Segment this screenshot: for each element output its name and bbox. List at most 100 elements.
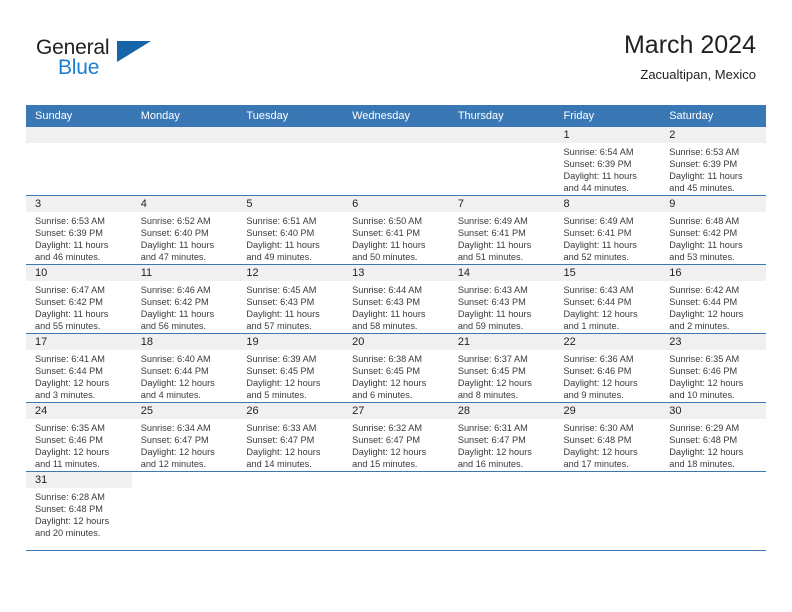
day-number: 15 — [554, 265, 661, 281]
calendar-week-row: 31 Sunrise: 6:28 AM Sunset: 6:48 PM Dayligh… — [26, 471, 766, 551]
calendar-day-cell[interactable]: 10 Sunrise: 6:47 AM Sunset: 6:42 PM Dayligh… — [26, 264, 132, 334]
day-details: Sunrise: 6:46 AM Sunset: 6:42 PM Daylight:… — [132, 281, 238, 332]
sunset-time: Sunset: 6:46 PM — [35, 435, 103, 446]
day-number: 28 — [448, 403, 555, 419]
day-number: 22 — [554, 334, 661, 350]
day-number: 30 — [660, 403, 766, 419]
day-number: 26 — [237, 403, 344, 419]
calendar-day-cell[interactable]: 20 Sunrise: 6:38 AM Sunset: 6:45 PM Dayligh… — [343, 333, 449, 403]
sunset-time: Sunset: 6:43 PM — [352, 297, 421, 308]
day-number: 16 — [660, 265, 766, 281]
sunset-time: Sunset: 6:43 PM — [246, 297, 315, 308]
day-number — [131, 127, 238, 143]
daylight-duration-line1: Daylight: 12 hours — [35, 378, 110, 389]
calendar-empty-cell — [131, 471, 238, 551]
daylight-duration-line1: Daylight: 11 hours — [246, 240, 320, 251]
daylight-duration-line1: Daylight: 11 hours — [352, 240, 426, 251]
calendar-day-cell[interactable]: 5 Sunrise: 6:51 AM Sunset: 6:40 PM Daylight… — [237, 195, 344, 265]
calendar-day-cell[interactable]: 30 Sunrise: 6:29 AM Sunset: 6:48 PM Dayligh… — [660, 402, 766, 472]
sunrise-time: Sunrise: 6:28 AM — [35, 492, 105, 502]
daylight-duration-line1: Daylight: 12 hours — [669, 378, 744, 389]
calendar-grid: Sunday Monday Tuesday Wednesday Thursday Frid… — [26, 105, 766, 551]
day-number: 20 — [343, 334, 449, 350]
calendar-day-cell[interactable]: 11 Sunrise: 6:46 AM Sunset: 6:42 PM Dayligh… — [131, 264, 238, 334]
calendar-day-cell[interactable]: 6 Sunrise: 6:50 AM Sunset: 6:41 PM Daylight… — [343, 195, 449, 265]
day-number: 17 — [26, 334, 132, 350]
calendar-day-cell[interactable]: 3 Sunrise: 6:53 AM Sunset: 6:39 PM Daylight… — [26, 195, 132, 265]
day-details: Sunrise: 6:53 AM Sunset: 6:39 PM Daylight:… — [660, 143, 766, 194]
calendar-day-cell[interactable]: 27 Sunrise: 6:32 AM Sunset: 6:47 PM Dayligh… — [343, 402, 449, 472]
calendar-empty-cell — [237, 127, 344, 196]
daylight-duration-line1: Daylight: 12 hours — [563, 378, 638, 389]
calendar-day-cell[interactable]: 17 Sunrise: 6:41 AM Sunset: 6:44 PM Dayligh… — [26, 333, 132, 403]
calendar-day-cell[interactable]: 18 Sunrise: 6:40 AM Sunset: 6:44 PM Dayligh… — [131, 333, 238, 403]
sunrise-time: Sunrise: 6:40 AM — [140, 354, 211, 364]
daylight-duration-line1: Daylight: 11 hours — [563, 171, 637, 182]
sunset-time: Sunset: 6:48 PM — [35, 504, 103, 515]
daylight-duration-line1: Daylight: 12 hours — [140, 447, 215, 458]
calendar-day-cell[interactable]: 19 Sunrise: 6:39 AM Sunset: 6:45 PM Dayligh… — [237, 333, 344, 403]
day-details: Sunrise: 6:41 AM Sunset: 6:44 PM Daylight:… — [26, 350, 132, 401]
calendar-day-cell[interactable]: 4 Sunrise: 6:52 AM Sunset: 6:40 PM Daylight… — [131, 195, 238, 265]
day-number: 13 — [343, 265, 449, 281]
day-number — [448, 127, 555, 143]
daylight-duration-line2: and 59 minutes. — [457, 321, 524, 332]
daylight-duration-line1: Daylight: 12 hours — [457, 447, 532, 458]
calendar-body: 1 Sunrise: 6:54 AM Sunset: 6:39 PM Daylight… — [26, 127, 766, 551]
day-number: 8 — [554, 196, 661, 212]
day-details: Sunrise: 6:32 AM Sunset: 6:47 PM Daylight:… — [343, 419, 449, 470]
sunset-time: Sunset: 6:44 PM — [669, 297, 738, 308]
sunrise-time: Sunrise: 6:41 AM — [35, 354, 105, 364]
daylight-duration-line1: Daylight: 11 hours — [457, 240, 532, 251]
calendar-day-cell[interactable]: 29 Sunrise: 6:30 AM Sunset: 6:48 PM Dayligh… — [554, 402, 661, 472]
weekday-header-friday: Friday — [554, 105, 661, 127]
calendar-day-cell[interactable]: 9 Sunrise: 6:48 AM Sunset: 6:42 PM Daylight… — [660, 195, 766, 265]
calendar-day-cell[interactable]: 24 Sunrise: 6:35 AM Sunset: 6:46 PM Dayligh… — [26, 402, 132, 472]
daylight-duration-line1: Daylight: 12 hours — [246, 447, 321, 458]
weekday-header-monday: Monday — [131, 105, 238, 127]
day-number: 9 — [660, 196, 766, 212]
sunrise-time: Sunrise: 6:50 AM — [352, 216, 423, 226]
sunset-time: Sunset: 6:41 PM — [352, 228, 421, 239]
calendar-empty-cell — [660, 471, 766, 551]
page-title: March 2024 — [623, 31, 756, 59]
calendar-day-cell[interactable]: 2 Sunrise: 6:53 AM Sunset: 6:39 PM Daylight… — [660, 127, 766, 196]
calendar-day-cell[interactable]: 13 Sunrise: 6:44 AM Sunset: 6:43 PM Dayligh… — [343, 264, 449, 334]
sunrise-time: Sunrise: 6:48 AM — [669, 216, 740, 226]
calendar-day-cell[interactable]: 7 Sunrise: 6:49 AM Sunset: 6:41 PM Daylight… — [448, 195, 555, 265]
daylight-duration-line1: Daylight: 11 hours — [563, 240, 637, 251]
day-number: 31 — [26, 472, 132, 488]
day-details: Sunrise: 6:31 AM Sunset: 6:47 PM Daylight:… — [449, 419, 555, 470]
calendar-day-cell[interactable]: 26 Sunrise: 6:33 AM Sunset: 6:47 PM Dayligh… — [237, 402, 344, 472]
calendar-day-cell[interactable]: 16 Sunrise: 6:42 AM Sunset: 6:44 PM Dayligh… — [660, 264, 766, 334]
daylight-duration-line2: and 9 minutes. — [563, 390, 624, 401]
daylight-duration-line1: Daylight: 11 hours — [352, 309, 426, 320]
calendar-day-cell[interactable]: 25 Sunrise: 6:34 AM Sunset: 6:47 PM Dayligh… — [131, 402, 238, 472]
calendar-day-cell[interactable]: 1 Sunrise: 6:54 AM Sunset: 6:39 PM Daylight… — [554, 127, 661, 196]
daylight-duration-line1: Daylight: 11 hours — [246, 309, 320, 320]
day-number — [343, 127, 449, 143]
calendar-day-cell[interactable]: 8 Sunrise: 6:49 AM Sunset: 6:41 PM Daylight… — [554, 195, 661, 265]
calendar-day-cell[interactable]: 31 Sunrise: 6:28 AM Sunset: 6:48 PM Dayligh… — [26, 471, 132, 551]
daylight-duration-line2: and 52 minutes. — [563, 252, 629, 263]
daylight-duration-line2: and 12 minutes. — [140, 459, 207, 470]
calendar-day-cell[interactable]: 22 Sunrise: 6:36 AM Sunset: 6:46 PM Dayligh… — [554, 333, 661, 403]
daylight-duration-line2: and 50 minutes. — [352, 252, 418, 263]
day-details: Sunrise: 6:38 AM Sunset: 6:45 PM Daylight:… — [343, 350, 449, 401]
calendar-day-cell[interactable]: 14 Sunrise: 6:43 AM Sunset: 6:43 PM Dayligh… — [448, 264, 555, 334]
calendar-day-cell[interactable]: 23 Sunrise: 6:35 AM Sunset: 6:46 PM Dayligh… — [660, 333, 766, 403]
daylight-duration-line1: Daylight: 12 hours — [457, 378, 532, 389]
calendar-day-cell[interactable]: 12 Sunrise: 6:45 AM Sunset: 6:43 PM Dayligh… — [237, 264, 344, 334]
calendar-day-cell[interactable]: 15 Sunrise: 6:43 AM Sunset: 6:44 PM Dayligh… — [554, 264, 661, 334]
calendar-day-cell[interactable]: 21 Sunrise: 6:37 AM Sunset: 6:45 PM Dayligh… — [448, 333, 555, 403]
sunrise-time: Sunrise: 6:37 AM — [457, 354, 528, 364]
sunset-time: Sunset: 6:41 PM — [457, 228, 526, 239]
day-number: 6 — [343, 196, 449, 212]
sunset-time: Sunset: 6:42 PM — [35, 297, 103, 308]
day-number — [343, 472, 449, 488]
day-details: Sunrise: 6:48 AM Sunset: 6:42 PM Daylight:… — [660, 212, 766, 263]
day-number: 7 — [448, 196, 555, 212]
day-number — [237, 127, 344, 143]
calendar-day-cell[interactable]: 28 Sunrise: 6:31 AM Sunset: 6:47 PM Dayligh… — [448, 402, 555, 472]
daylight-duration-line2: and 14 minutes. — [246, 459, 312, 470]
